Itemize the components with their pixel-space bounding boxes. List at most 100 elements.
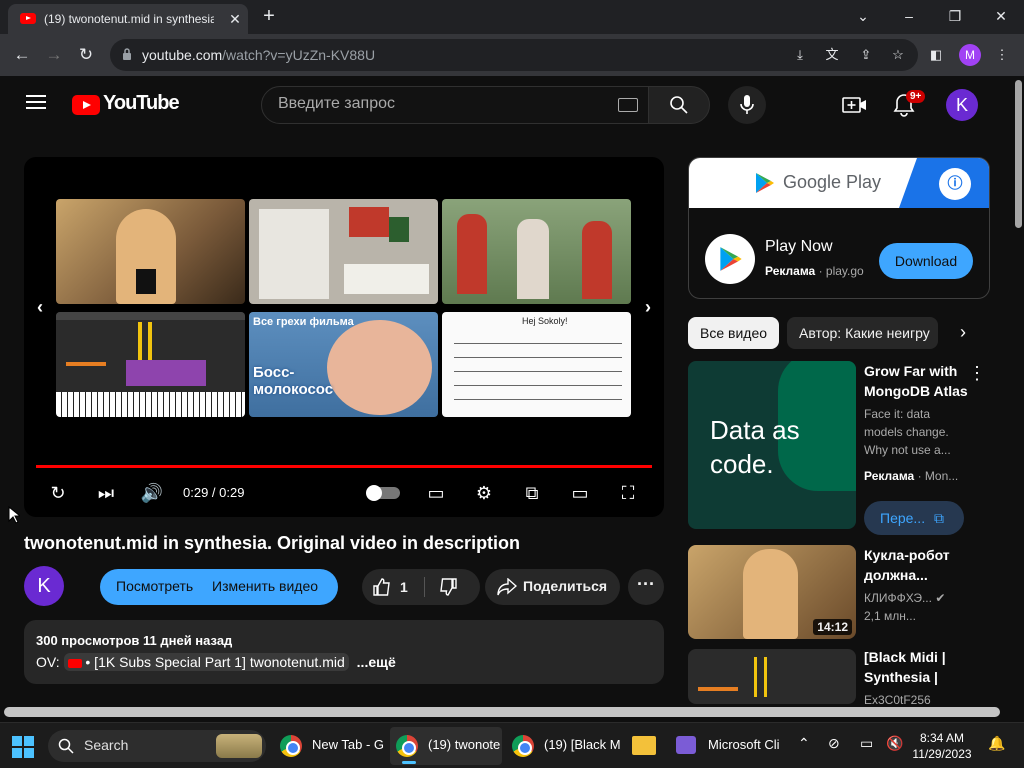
keyboard-icon[interactable] xyxy=(618,98,638,112)
dancer-2 xyxy=(517,219,549,299)
chips-next-icon[interactable]: › xyxy=(952,322,974,344)
replay-icon[interactable]: ↻ xyxy=(44,479,72,507)
video-player[interactable]: ‹ › Все грехи фильма Босс-молокосос Hej … xyxy=(24,157,664,517)
rec-thumbnail[interactable]: 14:12 xyxy=(688,545,856,639)
subtitles-icon[interactable]: ▭ xyxy=(422,479,450,507)
youtube-logo-text[interactable]: YouTube xyxy=(103,92,180,115)
endscreen-video-boss-baby[interactable]: Все грехи фильма Босс-молокосос xyxy=(249,312,438,417)
vertical-scroll-thumb[interactable] xyxy=(1015,80,1022,228)
rec-more-icon[interactable]: ⋮ xyxy=(968,363,986,384)
translate-icon[interactable]: 文 xyxy=(822,45,842,65)
chrome-menu-icon[interactable]: ⋮ xyxy=(992,45,1012,65)
tray-display-icon[interactable]: ▭ xyxy=(860,735,873,752)
description-box[interactable]: 300 просмотров 11 дней назад OV: • [1K S… xyxy=(24,620,664,684)
endscreen-video-doll[interactable] xyxy=(56,199,245,304)
side-panel-icon[interactable]: ◧ xyxy=(926,45,946,65)
endscreen-video-sheet-music[interactable]: Hej Sokoly! xyxy=(442,312,631,417)
rec-title[interactable]: Кукла-робот должна... xyxy=(864,545,974,585)
ad-banner: Google Play ⓘ xyxy=(689,158,989,208)
tab-title: (19) twonotenut.mid in synthesia xyxy=(44,12,214,26)
show-more-link[interactable]: ...ещё xyxy=(357,654,396,670)
forward-arrow-icon[interactable]: → xyxy=(42,43,66,67)
carousel-next-icon[interactable]: › xyxy=(640,297,656,317)
taskbar-app-label: (19) [Black Mic xyxy=(544,737,620,752)
document-sheet xyxy=(344,264,429,294)
rec-channel: · Mon... xyxy=(917,469,959,483)
window-close-button[interactable]: ✕ xyxy=(986,6,1016,26)
miniplayer-icon[interactable]: ⧉ xyxy=(518,479,546,507)
share-icon[interactable]: ⇪ xyxy=(856,45,876,65)
tray-chevron-up-icon[interactable]: ⌃ xyxy=(798,735,810,752)
channel-avatar[interactable]: K xyxy=(24,566,64,606)
dancer-3 xyxy=(582,221,612,299)
taskbar-app-clipchamp[interactable]: Microsoft Clip xyxy=(670,727,782,765)
description-link-text: • [1K Subs Special Part 1] twonotenut.mi… xyxy=(85,654,345,670)
notification-bell-icon[interactable]: 🔔 xyxy=(988,735,1005,752)
create-video-icon[interactable] xyxy=(842,93,868,117)
search-icon xyxy=(670,96,688,114)
play-store-logo-icon xyxy=(705,234,755,284)
search-button[interactable] xyxy=(648,86,710,124)
back-arrow-icon[interactable]: ← xyxy=(10,43,34,67)
note-bar xyxy=(764,657,767,697)
search-input[interactable] xyxy=(278,95,608,113)
thumbs-down-icon[interactable] xyxy=(438,577,458,597)
ad-card[interactable]: Google Play ⓘ Play Now Реклама · play.go… xyxy=(688,157,990,299)
endscreen-video-paper[interactable] xyxy=(249,199,438,304)
minimize-button[interactable]: – xyxy=(894,6,924,26)
taskbar-app-chrome-active[interactable]: (19) twonoten xyxy=(390,727,502,765)
thumbs-up-icon[interactable] xyxy=(372,577,392,597)
voice-search-button[interactable] xyxy=(728,86,766,124)
chip-all-videos[interactable]: Все видео xyxy=(688,317,780,349)
youtube-logo-icon[interactable] xyxy=(72,95,100,115)
progress-bar[interactable] xyxy=(36,465,652,468)
rec-ad-thumbnail[interactable]: Data as code. xyxy=(688,361,856,529)
rec-views: 2,1 млн... xyxy=(864,609,916,623)
theater-mode-icon[interactable]: ▭ xyxy=(566,479,594,507)
next-video-icon[interactable]: ⏭ xyxy=(92,479,120,507)
rec-thumbnail[interactable] xyxy=(688,649,856,704)
ad-download-button[interactable]: Download xyxy=(879,243,973,279)
rec-title[interactable]: [Black Midi | Synthesia | xyxy=(864,647,974,687)
menu-hamburger-icon[interactable] xyxy=(26,95,46,111)
analytics-button[interactable]: Посмотреть xyxy=(116,578,193,594)
fullscreen-icon[interactable]: ⛶ xyxy=(614,479,642,507)
more-actions-icon[interactable]: ··· xyxy=(628,569,664,605)
windows-start-icon[interactable] xyxy=(12,736,34,758)
carousel-prev-icon[interactable]: ‹ xyxy=(32,297,48,317)
taskbar-search[interactable]: Search xyxy=(48,730,266,762)
description-link[interactable]: • [1K Subs Special Part 1] twonotenut.mi… xyxy=(63,653,349,671)
install-app-icon[interactable]: ⤓ xyxy=(790,45,810,65)
taskbar-clock[interactable]: 8:34 AM 11/29/2023 xyxy=(912,730,972,762)
tray-volume-icon[interactable]: 🔇 xyxy=(886,735,903,752)
rec-title[interactable]: Grow Far with MongoDB Atlas xyxy=(864,361,974,401)
tab-search-icon[interactable]: ⌄ xyxy=(848,6,878,26)
endscreen-video-bandura[interactable] xyxy=(442,199,631,304)
endscreen-video-synthesia[interactable] xyxy=(56,312,245,417)
ad-info-icon[interactable]: ⓘ xyxy=(939,168,971,200)
address-bar[interactable]: youtube.com/watch?v=yUzZn-KV88U ⤓ 文 ⇪ ☆ xyxy=(110,39,918,71)
settings-gear-icon[interactable]: ⚙ xyxy=(470,479,498,507)
tray-network-icon[interactable]: ⊘ xyxy=(828,735,840,752)
volume-icon[interactable]: 🔊 xyxy=(138,479,166,507)
tab-close-icon[interactable]: ✕ xyxy=(226,10,244,28)
rec-meta: Реклама · Mon... xyxy=(864,467,958,485)
taskbar-app-chrome-newtab[interactable]: New Tab - Goo xyxy=(274,727,386,765)
share-button[interactable]: Поделиться xyxy=(485,569,620,605)
clipchamp-icon xyxy=(676,736,696,754)
taskbar-app-file-explorer[interactable] xyxy=(628,727,662,765)
account-avatar[interactable]: K xyxy=(946,89,978,121)
restore-button[interactable]: ❐ xyxy=(940,6,970,26)
music-staves xyxy=(454,340,622,410)
taskbar-app-chrome-blackmidi[interactable]: (19) [Black Mic xyxy=(506,727,624,765)
profile-avatar[interactable]: M xyxy=(959,44,981,66)
new-tab-button[interactable]: + xyxy=(258,6,280,28)
reload-icon[interactable]: ↻ xyxy=(74,43,98,67)
autoplay-toggle[interactable] xyxy=(366,485,400,501)
edit-video-button[interactable]: Изменить видео xyxy=(212,578,318,594)
browser-tab-active[interactable]: (19) twonotenut.mid in synthesia ✕ xyxy=(8,4,248,34)
chip-author[interactable]: Автор: Какие неигру xyxy=(787,317,938,349)
rec-cta-button[interactable]: Пере... ⧉ xyxy=(864,501,964,535)
bookmark-star-icon[interactable]: ☆ xyxy=(888,45,908,65)
horizontal-scroll-thumb[interactable] xyxy=(4,707,1000,717)
